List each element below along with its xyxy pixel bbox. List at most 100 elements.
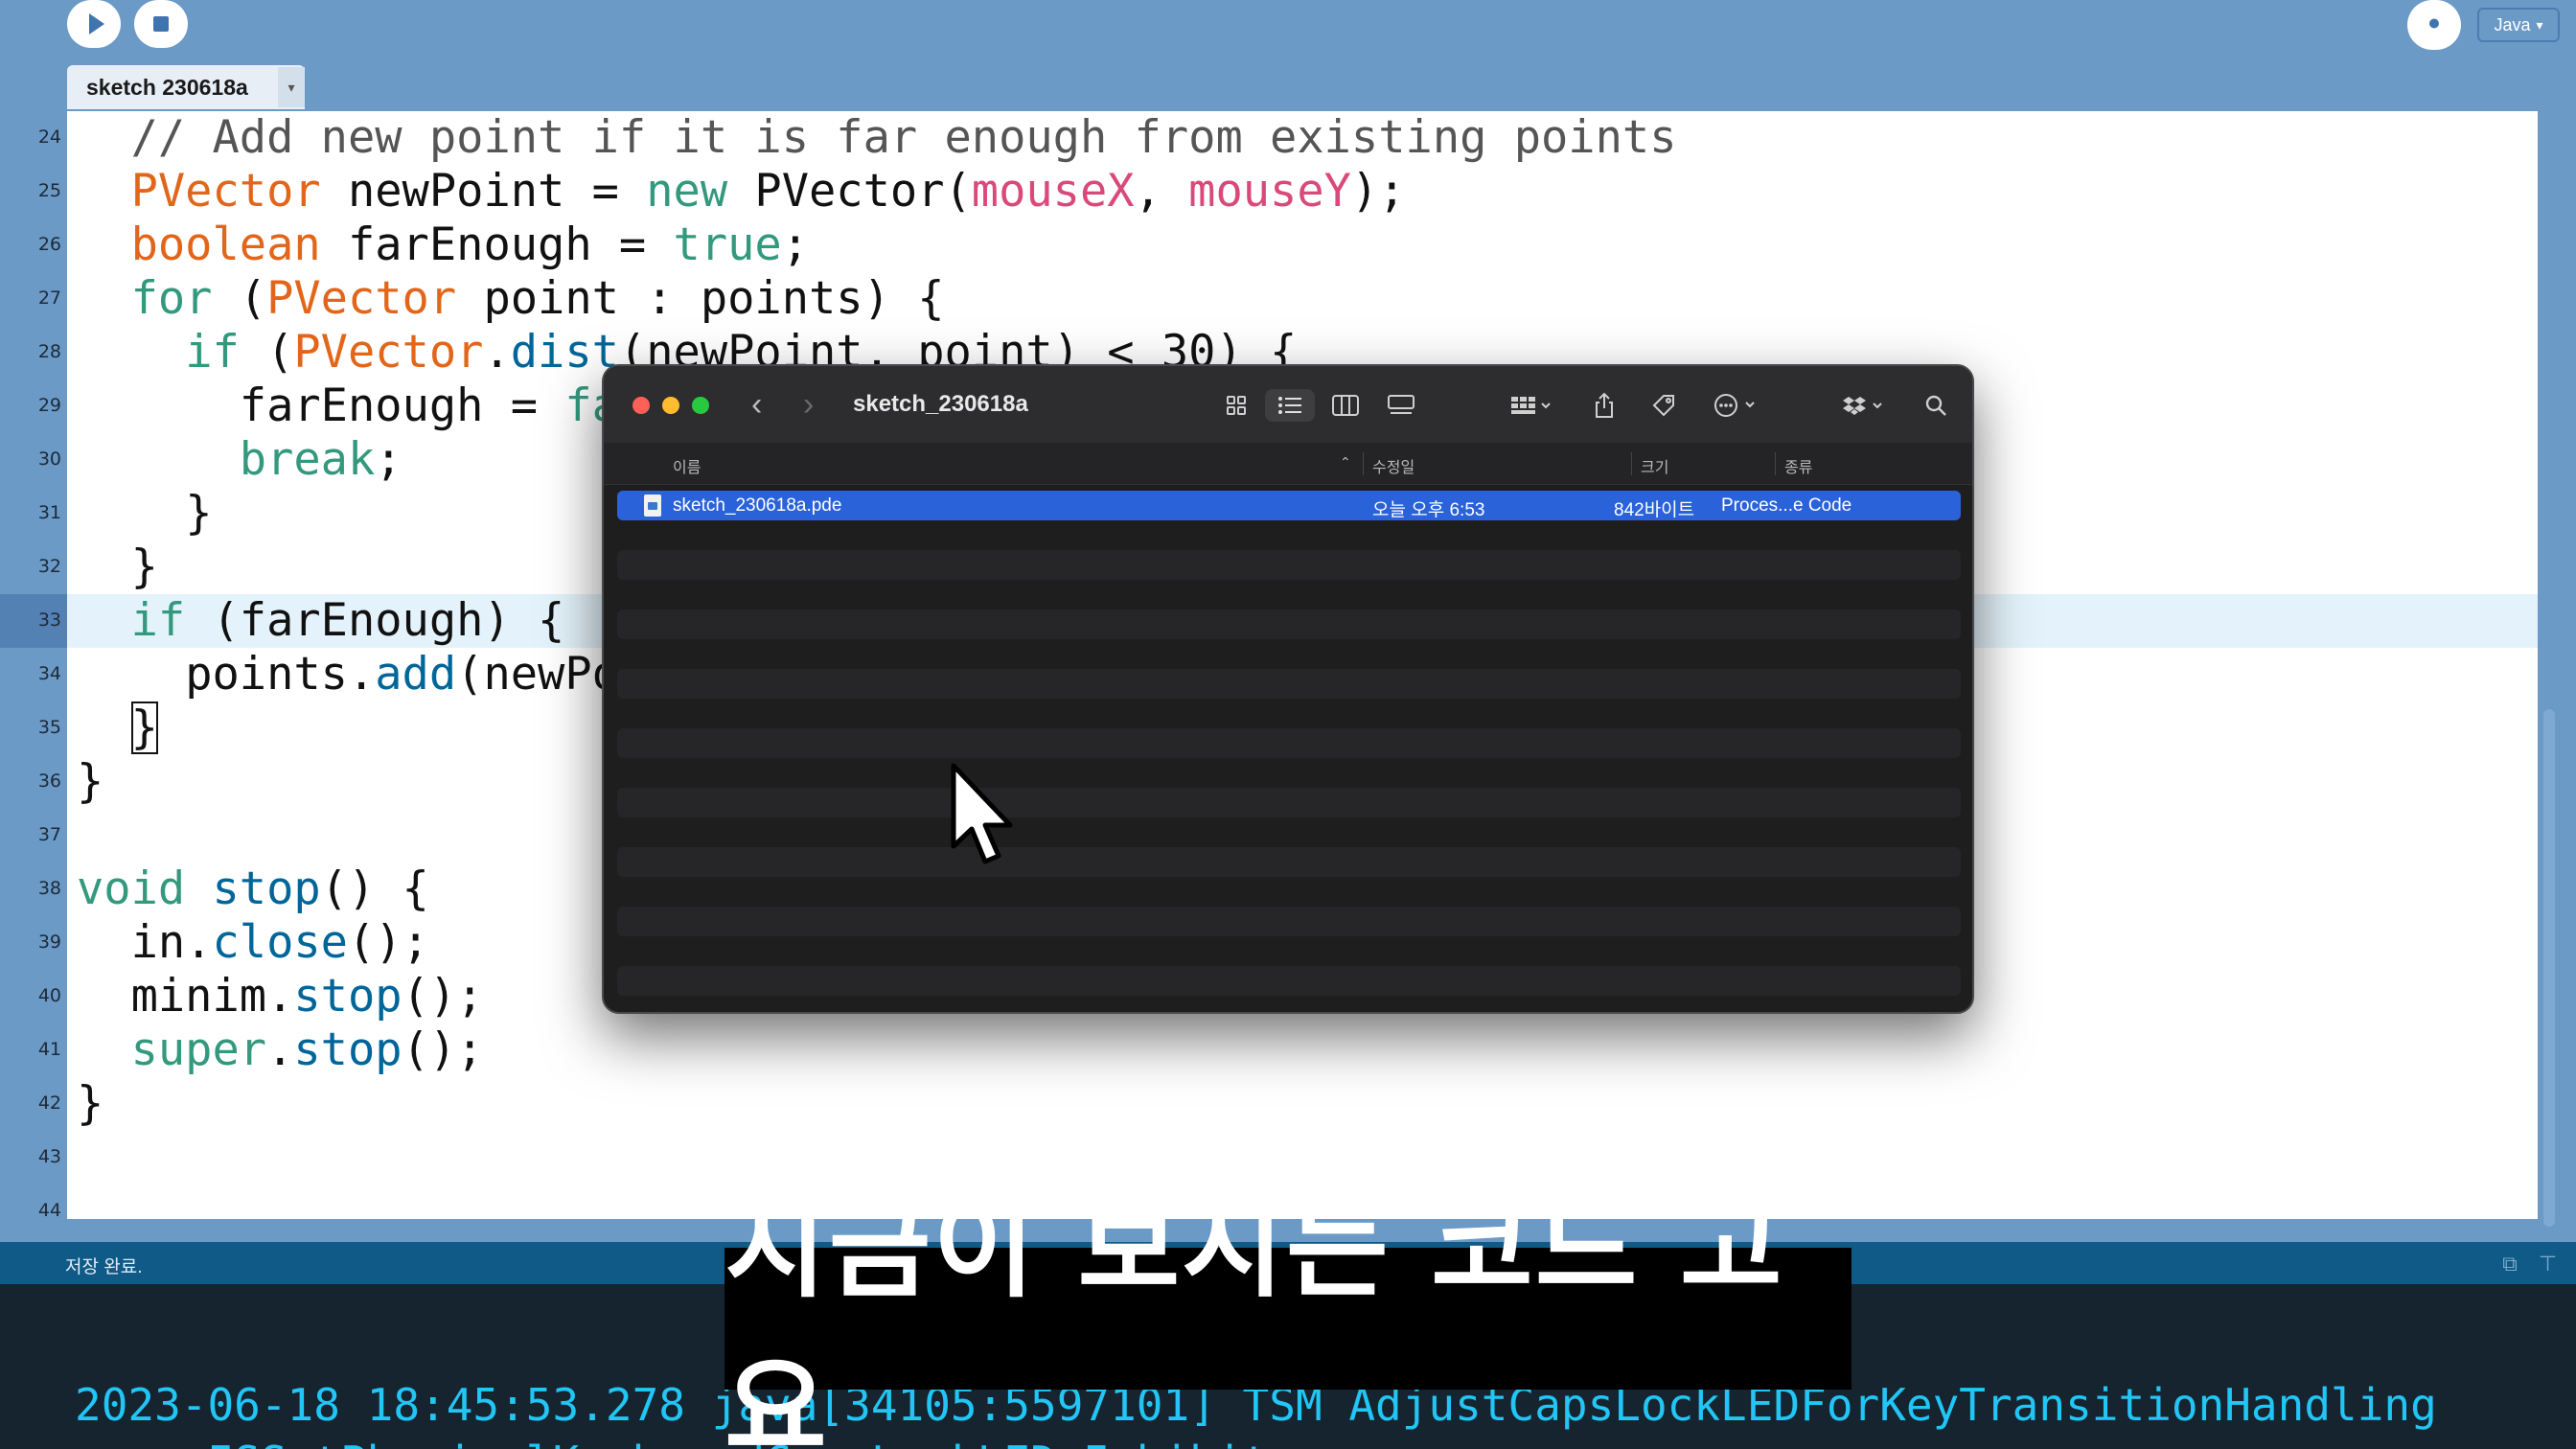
code-text: } xyxy=(131,540,158,594)
code-text: if (farEnough) { xyxy=(131,594,565,648)
more-actions-icon[interactable] xyxy=(1706,389,1767,422)
code-line[interactable]: 24 // Add new point if it is far enough f… xyxy=(0,111,2576,165)
gallery-view-icon[interactable] xyxy=(1382,389,1420,422)
code-line[interactable]: 41 super.stop(); xyxy=(0,1024,2576,1077)
line-number: 32 xyxy=(37,556,61,577)
line-number: 42 xyxy=(37,1092,61,1114)
line-number: 40 xyxy=(37,985,61,1006)
line-number: 39 xyxy=(37,932,61,953)
code-token: stop xyxy=(293,970,402,1023)
line-number: 33 xyxy=(37,610,61,631)
code-text: break; xyxy=(240,433,402,487)
code-token: () { xyxy=(320,862,429,915)
line-number: 34 xyxy=(37,663,61,684)
file-kind: Proces...e Code xyxy=(1721,495,1852,516)
run-button[interactable] xyxy=(67,0,121,48)
code-token: break xyxy=(239,433,376,486)
play-icon xyxy=(88,13,104,34)
mode-selector[interactable]: Java ▾ xyxy=(2477,8,2560,42)
code-token: } xyxy=(185,487,213,540)
zoom-window-button[interactable] xyxy=(692,397,709,414)
code-text: } xyxy=(77,755,104,809)
line-number: 27 xyxy=(37,288,61,309)
column-kind-header[interactable]: 종류 xyxy=(1784,454,1812,477)
code-token: minim. xyxy=(130,970,294,1023)
document-icon xyxy=(644,494,661,517)
code-token: dist xyxy=(510,326,619,379)
forward-button[interactable]: › xyxy=(803,387,814,422)
finder-titlebar[interactable]: ‹ › sketch_230618a xyxy=(604,366,1972,443)
code-token: PVector xyxy=(130,165,321,218)
line-number: 24 xyxy=(37,126,61,148)
code-token: for xyxy=(130,272,213,325)
code-token: ( xyxy=(212,272,267,325)
mode-label: Java xyxy=(2494,14,2531,34)
tab-label: sketch 230618a xyxy=(86,74,248,100)
code-text: boolean farEnough = true; xyxy=(131,218,809,272)
code-token: mouseY xyxy=(1188,165,1351,218)
code-line[interactable]: 27 for (PVector point : points) { xyxy=(0,272,2576,326)
column-view-icon[interactable] xyxy=(1326,389,1365,422)
code-token: } xyxy=(77,755,104,808)
line-number: 38 xyxy=(37,878,61,899)
code-token: close xyxy=(212,916,348,969)
tab-sketch[interactable]: sketch 230618a xyxy=(67,65,305,109)
code-token: } xyxy=(130,702,158,754)
code-token: farEnough = xyxy=(239,380,565,432)
line-number: 29 xyxy=(37,395,61,416)
errors-toggle-icon[interactable]: ⊤ xyxy=(2539,1252,2557,1276)
code-line[interactable]: 42} xyxy=(0,1077,2576,1131)
stop-button[interactable] xyxy=(134,0,188,48)
code-token: (); xyxy=(402,1024,484,1076)
line-number: 35 xyxy=(37,717,61,738)
code-line[interactable]: 25 PVector newPoint = new PVector(mouseX,… xyxy=(0,165,2576,218)
code-token: } xyxy=(130,540,158,593)
code-token: ; xyxy=(375,433,402,486)
column-modified-header[interactable]: 수정일 xyxy=(1372,454,1414,477)
code-text: } xyxy=(185,487,212,540)
line-number: 26 xyxy=(37,234,61,255)
code-line[interactable]: 26 boolean farEnough = true; xyxy=(0,218,2576,272)
column-header: 이름 ⌃ 수정일 크기 종류 xyxy=(604,443,1972,485)
debugger-button[interactable]: ꔷ xyxy=(2407,0,2461,50)
line-number: 31 xyxy=(37,502,61,523)
dropbox-icon[interactable] xyxy=(1836,389,1894,422)
mouse-pointer-icon xyxy=(951,763,1013,864)
code-token: PVector xyxy=(266,272,457,325)
file-list: sketch_230618a.pde 오늘 오후 6:53 842바이트 Pro… xyxy=(617,491,1961,1008)
code-token: (); xyxy=(347,916,429,969)
column-name-header[interactable]: 이름 xyxy=(673,454,701,477)
code-text: } xyxy=(130,702,158,755)
code-token: (); xyxy=(402,970,484,1023)
code-token: farEnough = xyxy=(320,218,674,271)
line-number: 43 xyxy=(37,1146,61,1167)
code-token: (farEnough) { xyxy=(185,594,565,647)
share-icon[interactable] xyxy=(1585,389,1623,422)
search-icon[interactable] xyxy=(1919,389,1953,422)
code-text: PVector newPoint = new PVector(mouseX, m… xyxy=(131,165,1406,218)
finder-window[interactable]: ‹ › sketch_230618a 이름 ⌃ 수정일 크기 종류 sketch… xyxy=(602,364,1974,1014)
console-toggle-icon[interactable]: ⧉ xyxy=(2502,1252,2518,1276)
video-subtitle: 지금이 보시는 코드 고요 xyxy=(724,1184,1852,1449)
group-icon[interactable] xyxy=(1503,389,1560,422)
back-button[interactable]: ‹ xyxy=(751,387,762,422)
tag-icon[interactable] xyxy=(1644,389,1683,422)
minimize-window-button[interactable] xyxy=(662,397,679,414)
debugger-icon: ꔷ xyxy=(2427,10,2441,38)
tab-menu-button[interactable]: ▾ xyxy=(278,67,305,107)
line-number: 28 xyxy=(37,341,61,362)
icon-view-icon[interactable] xyxy=(1217,389,1255,422)
line-number: 44 xyxy=(37,1200,61,1221)
code-token: newPoint = xyxy=(320,165,647,218)
code-token: } xyxy=(77,1077,104,1130)
list-view-icon[interactable] xyxy=(1265,389,1315,422)
code-text: // Add new point if it is far enough fro… xyxy=(131,111,1677,165)
code-token: in. xyxy=(130,916,213,969)
line-number: 36 xyxy=(37,770,61,792)
toolbar: ꔷ Java ▾ xyxy=(0,0,2576,63)
close-window-button[interactable] xyxy=(632,397,650,414)
file-row[interactable]: sketch_230618a.pde 오늘 오후 6:53 842바이트 Pro… xyxy=(617,491,1961,520)
column-size-header[interactable]: 크기 xyxy=(1641,454,1668,477)
file-name: sketch_230618a.pde xyxy=(673,495,842,516)
